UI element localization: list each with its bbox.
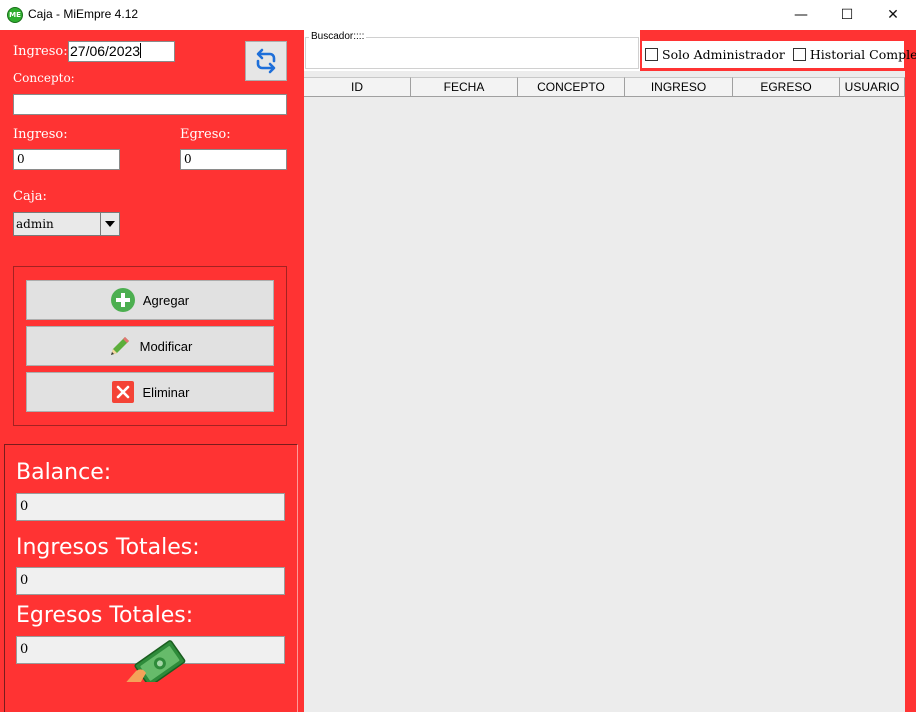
- balance-label: Balance:: [16, 460, 112, 485]
- balance-field: 0: [16, 493, 285, 521]
- cashbox-selected-value: admin: [16, 217, 54, 231]
- actions-group: Agregar Modificar Eliminar: [13, 266, 287, 426]
- full-history-checkbox[interactable]: [792, 48, 806, 61]
- records-grid[interactable]: ID FECHA CONCEPTO INGRESO EGRESO USUARIO: [304, 71, 916, 712]
- admin-only-checkbox[interactable]: [645, 48, 658, 61]
- expense-input[interactable]: 0: [180, 149, 287, 170]
- date-field[interactable]: 27/06/2023: [68, 41, 175, 62]
- x-square-icon: [111, 380, 135, 404]
- expense-label: Egreso:: [180, 127, 231, 142]
- refresh-icon: [256, 48, 276, 74]
- edit-button-label: Modificar: [139, 338, 193, 354]
- app-logo-icon: ME: [7, 7, 23, 23]
- income-total-field: 0: [16, 567, 285, 595]
- cashbox-label: Caja:: [13, 189, 47, 204]
- minimize-button[interactable]: —: [778, 0, 824, 30]
- grid-side-strip: [905, 71, 916, 712]
- pencil-icon: [108, 334, 132, 358]
- delete-button[interactable]: Eliminar: [26, 372, 274, 412]
- income-input[interactable]: 0: [13, 149, 120, 170]
- column-header-fecha[interactable]: FECHA: [411, 77, 518, 97]
- concept-label: Concepto:: [13, 71, 75, 85]
- maximize-button[interactable]: ☐: [824, 0, 870, 30]
- chevron-down-icon[interactable]: [100, 213, 119, 235]
- text-caret: [140, 43, 142, 58]
- entry-panel: Ingreso: 27/06/2023 Concepto: Ingreso: 0…: [0, 30, 304, 712]
- column-header-egreso[interactable]: EGRESO: [733, 77, 840, 97]
- money-bill-icon: [118, 637, 198, 682]
- edit-button[interactable]: Modificar: [26, 326, 274, 366]
- plus-circle-icon: [110, 288, 135, 312]
- date-label: Ingreso:: [13, 44, 68, 59]
- column-header-ingreso[interactable]: INGRESO: [625, 77, 733, 97]
- search-legend: Buscador::::: [309, 31, 367, 42]
- close-button[interactable]: ✕: [870, 0, 916, 30]
- expense-total-label: Egresos Totales:: [16, 603, 194, 628]
- add-button-label: Agregar: [142, 292, 190, 308]
- column-header-id[interactable]: ID: [304, 77, 411, 97]
- delete-button-label: Eliminar: [142, 384, 190, 400]
- add-button[interactable]: Agregar: [26, 280, 274, 320]
- filters-bar: Solo Administrador Historial Completo: [642, 41, 916, 68]
- window-title: Caja - MiEmpre 4.12: [28, 7, 139, 21]
- concept-input[interactable]: [13, 94, 287, 115]
- date-value: 27/06/2023: [70, 43, 141, 59]
- income-total-label: Ingresos Totales:: [16, 535, 200, 560]
- admin-only-label[interactable]: Solo Administrador: [662, 47, 785, 62]
- search-group: Buscador::::: [304, 30, 640, 71]
- grid-header: ID FECHA CONCEPTO INGRESO EGRESO USUARIO: [304, 77, 905, 97]
- title-bar: ME Caja - MiEmpre 4.12 — ☐ ✕: [0, 0, 916, 30]
- column-header-usuario[interactable]: USUARIO: [840, 77, 905, 97]
- income-label: Ingreso:: [13, 127, 68, 142]
- full-history-label[interactable]: Historial Completo: [810, 47, 916, 62]
- refresh-button[interactable]: [245, 41, 287, 81]
- cashbox-select[interactable]: admin: [13, 212, 120, 236]
- column-header-concepto[interactable]: CONCEPTO: [518, 77, 625, 97]
